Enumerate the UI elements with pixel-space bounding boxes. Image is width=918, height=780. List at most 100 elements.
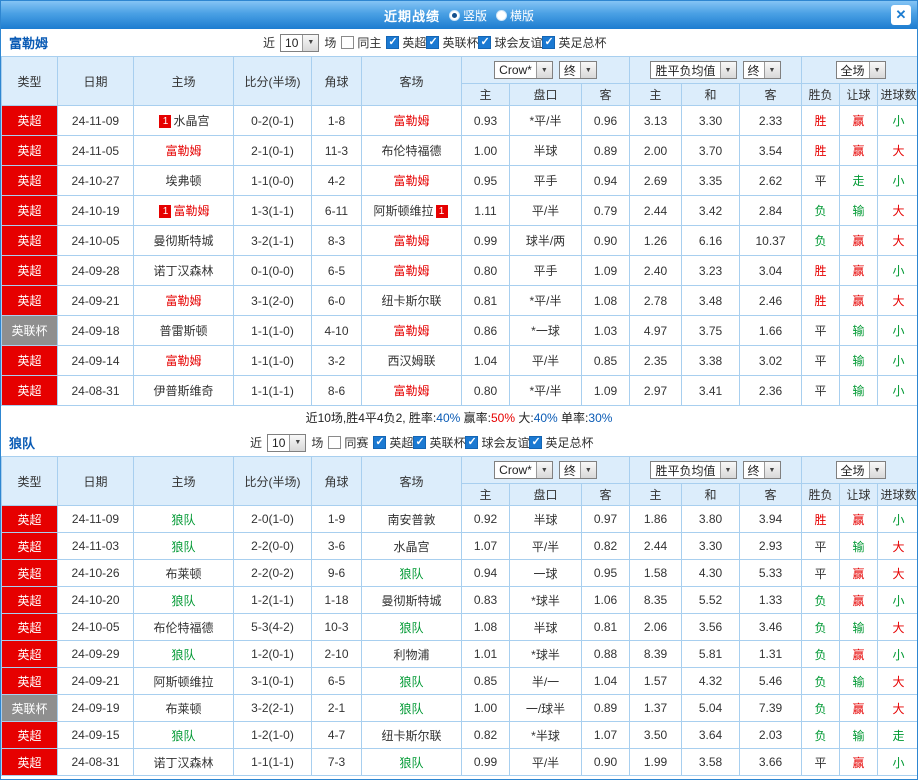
same-filter-checkbox[interactable]: 同赛 [328, 434, 368, 451]
league-type-badge: 英超 [1, 532, 58, 560]
result-goals: 小 [877, 748, 917, 776]
ah-away-odds: 0.79 [581, 195, 630, 226]
same-filter-label: 同主 [357, 36, 382, 50]
eu-draw-odds: 6.16 [681, 225, 740, 256]
odds-time-select[interactable]: 终 [558, 461, 597, 479]
ah-line: 一球 [509, 559, 582, 587]
league-filter-checkbox[interactable]: 英足总杯 [529, 434, 593, 451]
table-row: 英超 24-08-31 诺丁汉森林 1-1(1-1) 7-3 狼队 0.99 平/半 0.90 1… [1, 748, 917, 776]
wdl-average-select[interactable]: 胜平负均值 [650, 461, 737, 479]
layout-radio-horizontal[interactable]: 横版 [496, 7, 534, 24]
league-filter-checkbox[interactable]: 英足总杯 [542, 34, 606, 51]
league-filter-checkbox[interactable]: 球会友谊 [478, 34, 542, 51]
column-header-eu-away: 客 [738, 83, 803, 106]
date-cell: 24-09-21 [57, 285, 134, 316]
tracked-team-name: 富勒姆 [393, 324, 430, 338]
ah-line: *半球 [509, 721, 582, 749]
result-goals: 大 [877, 559, 917, 587]
eu-draw-odds: 3.75 [681, 315, 740, 346]
result-handicap: 赢 [839, 285, 879, 316]
wdl-average-select[interactable]: 胜平负均值 [650, 61, 737, 79]
result-handicap: 输 [839, 667, 879, 695]
result-wdl: 平 [801, 559, 841, 587]
corner-cell: 6-0 [311, 285, 362, 316]
team-name-text: 布伦特福德 [153, 620, 214, 635]
corner-cell: 3-6 [311, 532, 362, 560]
result-handicap: 输 [839, 195, 879, 226]
corner-cell: 8-3 [311, 225, 362, 256]
odds-source-select[interactable]: Crow* [494, 461, 553, 479]
summary-text: 单率: [557, 411, 589, 425]
eu-draw-odds: 3.23 [681, 255, 740, 286]
odds-source-select[interactable]: Crow* [494, 61, 553, 79]
date-cell: 24-09-21 [57, 667, 134, 695]
league-filter-checkbox[interactable]: 英超 [373, 434, 413, 451]
league-filter-checkbox[interactable]: 球会友谊 [465, 434, 529, 451]
home-cell: 布莱顿 [133, 694, 234, 722]
league-filter-label: 球会友谊 [481, 435, 530, 450]
tracked-team-name: 富勒姆 [393, 114, 430, 128]
odds-time-select[interactable]: 终 [558, 61, 597, 79]
column-header-result-wdl: 胜负 [801, 83, 841, 106]
eu-home-odds: 2.40 [629, 255, 682, 286]
eu-away-odds: 2.46 [738, 285, 803, 316]
eu-away-odds: 10.37 [738, 225, 803, 256]
league-type-badge: 英超 [1, 255, 58, 286]
section-header: 狼队 近 10 场 同赛 英超英联杯球会友谊英足总杯 [1, 429, 917, 456]
match-count-select[interactable]: 10 [280, 33, 320, 52]
home-cell: 狼队 [133, 505, 234, 533]
scope-select[interactable]: 全场 [835, 461, 886, 479]
result-goals: 大 [877, 195, 917, 226]
date-cell: 24-09-15 [57, 721, 134, 749]
date-cell: 24-09-14 [57, 345, 134, 376]
match-count-value: 10 [285, 35, 299, 50]
eu-draw-odds: 3.30 [681, 105, 740, 136]
results-table-body: 英超 24-11-09 1 水晶宫 0-2(0-1) 1-8 富勒姆 0.93 *平/半 0.96… [1, 105, 917, 406]
home-cell: 伊普斯维奇 [133, 375, 234, 406]
checkbox-icon [341, 36, 355, 49]
league-filter-checkbox[interactable]: 英联杯 [426, 34, 478, 51]
league-type-badge: 英超 [1, 345, 58, 376]
same-filter-checkbox[interactable]: 同主 [341, 34, 381, 51]
eu-draw-odds: 3.41 [681, 375, 740, 406]
result-wdl: 负 [801, 225, 841, 256]
layout-radio-vertical[interactable]: 竖版 [448, 7, 487, 24]
eu-away-odds: 3.02 [738, 345, 803, 376]
result-wdl: 负 [801, 667, 841, 695]
league-filter-label: 球会友谊 [494, 35, 543, 50]
date-cell: 24-10-05 [57, 225, 134, 256]
table-row: 英超 24-09-21 富勒姆 3-1(2-0) 6-0 纽卡斯尔联 0.81 *平/半 1.0… [1, 285, 917, 316]
checkbox-icon [328, 436, 342, 449]
ah-line: 半球 [509, 135, 582, 166]
league-filter-checkbox[interactable]: 英超 [386, 34, 426, 51]
ah-home-odds: 1.11 [461, 195, 510, 226]
away-cell: 阿斯顿维拉 1 [361, 195, 462, 226]
corner-cell: 7-3 [311, 748, 362, 776]
league-type-badge: 英超 [1, 165, 58, 196]
result-goals: 大 [877, 225, 917, 256]
league-filter-checkbox[interactable]: 英联杯 [413, 434, 465, 451]
result-handicap: 输 [839, 315, 879, 346]
eu-home-odds: 3.50 [629, 721, 682, 749]
ah-line: 半/一 [509, 667, 582, 695]
summary-text: 40% [533, 410, 558, 425]
result-handicap: 走 [839, 165, 879, 196]
wdl-time-select[interactable]: 终 [742, 61, 781, 79]
score-cell: 2-0(1-0) [233, 505, 312, 533]
close-button[interactable]: ✕ [891, 5, 911, 25]
match-count-select[interactable]: 10 [267, 433, 307, 452]
column-header-type: 类型 [1, 456, 58, 506]
score-cell: 1-1(1-0) [233, 345, 312, 376]
scope-dropdown-cell: 全场 [801, 456, 917, 484]
away-cell: 水晶宫 [361, 532, 462, 560]
scope-select[interactable]: 全场 [835, 61, 886, 79]
wdl-time-select[interactable]: 终 [742, 461, 781, 479]
eu-away-odds: 2.62 [738, 165, 803, 196]
summary-text: 30% [588, 410, 613, 425]
table-row: 英超 24-11-09 1 水晶宫 0-2(0-1) 1-8 富勒姆 0.93 *平/半 0.96… [1, 105, 917, 136]
ah-line: *平/半 [509, 375, 582, 406]
eu-home-odds: 1.26 [629, 225, 682, 256]
column-header-date: 日期 [57, 56, 134, 106]
eu-draw-odds: 5.52 [681, 586, 740, 614]
column-header-eu-draw: 和 [681, 483, 740, 506]
